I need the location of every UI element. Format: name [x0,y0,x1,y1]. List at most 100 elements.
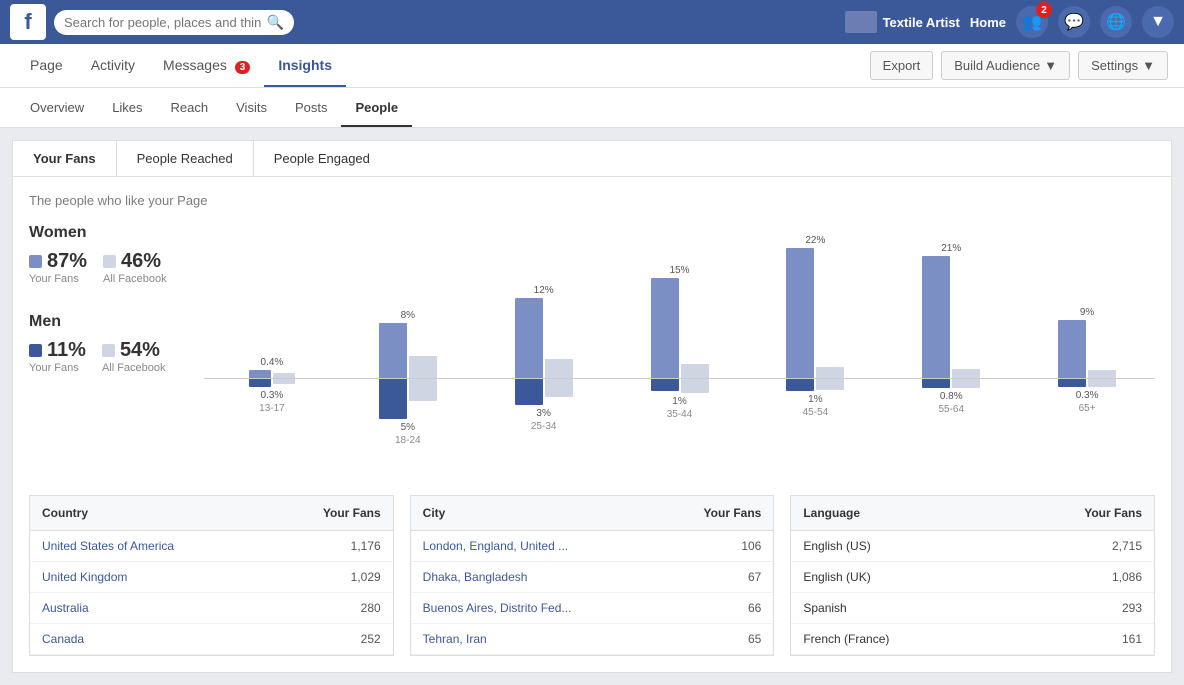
m-fan-bar-4554 [786,379,814,391]
fans-cell: 1,086 [999,562,1154,593]
men-all-color [102,344,115,357]
language-cell: English (US) [791,531,999,562]
m-all-bar-5564 [952,379,980,388]
country-col-header: Country [30,496,268,531]
table-row: Buenos Aires, Distrito Fed... 66 [411,593,774,624]
tab-overview[interactable]: Overview [16,90,98,127]
city-cell[interactable]: London, England, United ... [411,531,657,562]
build-audience-button[interactable]: Build Audience ▼ [941,51,1070,80]
chevron-down-icon: ▼ [1150,13,1166,31]
table-row: Canada 252 [30,624,393,655]
chart-subtitle: The people who like your Page [29,193,1155,208]
search-bar[interactable]: 🔍 [54,10,294,35]
m-all-bar-65plus [1088,379,1116,387]
subtab-your-fans[interactable]: Your Fans [13,141,117,176]
country-cell[interactable]: Australia [30,593,268,624]
subtab-people-reached[interactable]: People Reached [117,141,254,176]
chevron-down-icon: ▼ [1142,58,1155,73]
m-fan-bar-3544 [651,379,679,391]
page-thumbnail[interactable]: Textile Artist [845,11,960,33]
table-row: English (UK) 1,086 [791,562,1154,593]
m-bot-1317: 0.3% [261,390,284,401]
language-table: Language Your Fans English (US) 2,715 En… [790,495,1155,656]
table-row: Dhaka, Bangladesh 67 [411,562,774,593]
w-all-bar-3544 [681,364,709,378]
age-label-1317: 13-17 [259,403,285,414]
tab-activity[interactable]: Activity [77,45,149,87]
men-col-4554: 1% 45-54 [747,379,883,418]
w-top-3544: 15% [670,265,690,276]
country-cell[interactable]: United States of America [30,531,268,562]
top-navigation: f 🔍 Textile Artist Home 👥 2 💬 🌐 [0,0,1184,44]
friends-badge: 2 [1036,2,1052,18]
language-cell: English (UK) [791,562,999,593]
language-cell: French (France) [791,624,999,655]
city-fans-header: Your Fans [657,496,774,531]
w-fan-bar-65plus [1058,320,1086,378]
globe-icon-button[interactable]: 🌐 [1100,6,1132,38]
m-all-bar-2534 [545,379,573,397]
tab-messages[interactable]: Messages 3 [149,45,264,87]
page-name: Textile Artist [883,15,960,30]
fans-cell: 2,715 [999,531,1154,562]
country-cell[interactable]: Canada [30,624,268,655]
table-row: United Kingdom 1,029 [30,562,393,593]
age-col-3544: 15% [612,224,748,378]
women-label: Women [29,224,204,242]
settings-button[interactable]: Settings ▼ [1078,51,1168,80]
language-col-header: Language [791,496,999,531]
tab-visits[interactable]: Visits [222,90,281,127]
age-label-5564: 55-64 [938,404,964,415]
tab-likes[interactable]: Likes [98,90,156,127]
friends-icon-button[interactable]: 👥 2 [1016,6,1048,38]
men-col-1824: 5% 18-24 [340,379,476,446]
messages-badge: 3 [235,61,251,74]
m-bot-3544: 1% [672,396,686,407]
men-col-1317: 0.3% 13-17 [204,379,340,414]
search-input[interactable] [64,15,261,30]
city-cell[interactable]: Tehran, Iran [411,624,657,655]
globe-icon: 🌐 [1106,12,1126,32]
m-bot-4554: 1% [808,394,822,405]
tab-people[interactable]: People [341,90,412,127]
home-link[interactable]: Home [970,15,1006,30]
fans-cell: 1,176 [268,531,393,562]
w-fan-bar-4554 [786,248,814,378]
fans-cell: 65 [657,624,774,655]
w-all-bar-65plus [1088,370,1116,378]
men-fans-label: Your Fans [29,362,86,374]
men-col-5564: 0.8% 55-64 [883,379,1019,415]
fans-cell: 161 [999,624,1154,655]
tab-insights[interactable]: Insights [264,45,346,87]
women-all-stat: 46% All Facebook [103,250,167,285]
dropdown-icon-button[interactable]: ▼ [1142,6,1174,38]
fans-cell: 67 [657,562,774,593]
men-section: Men 11% Your Fans [29,313,204,374]
tab-reach[interactable]: Reach [157,90,223,127]
m-fan-bar-2534 [515,379,543,405]
country-cell[interactable]: United Kingdom [30,562,268,593]
women-all-pct: 46% [121,250,161,273]
chevron-down-icon: ▼ [1044,58,1057,73]
messages-icon-button[interactable]: 💬 [1058,6,1090,38]
tab-page[interactable]: Page [16,45,77,87]
export-button[interactable]: Export [870,51,934,80]
tab-posts[interactable]: Posts [281,90,342,127]
subtab-people-engaged[interactable]: People Engaged [254,141,390,176]
w-top-4554: 22% [805,235,825,246]
language-fans-header: Your Fans [999,496,1154,531]
city-cell[interactable]: Buenos Aires, Distrito Fed... [411,593,657,624]
city-cell[interactable]: Dhaka, Bangladesh [411,562,657,593]
w-top-1317: 0.4% [261,357,284,368]
age-label-3544: 35-44 [667,409,693,420]
m-fan-bar-1317 [249,379,271,387]
data-tables: Country Your Fans United States of Ameri… [29,495,1155,656]
w-fan-bar-1317 [249,370,271,378]
fans-cell: 293 [999,593,1154,624]
m-fan-bar-1824 [379,379,407,419]
age-label-65plus: 65+ [1079,403,1096,414]
bar-chart: 0.4% 8% [204,224,1155,479]
search-icon: 🔍 [267,14,284,31]
w-top-5564: 21% [941,243,961,254]
m-bot-1824: 5% [401,422,415,433]
